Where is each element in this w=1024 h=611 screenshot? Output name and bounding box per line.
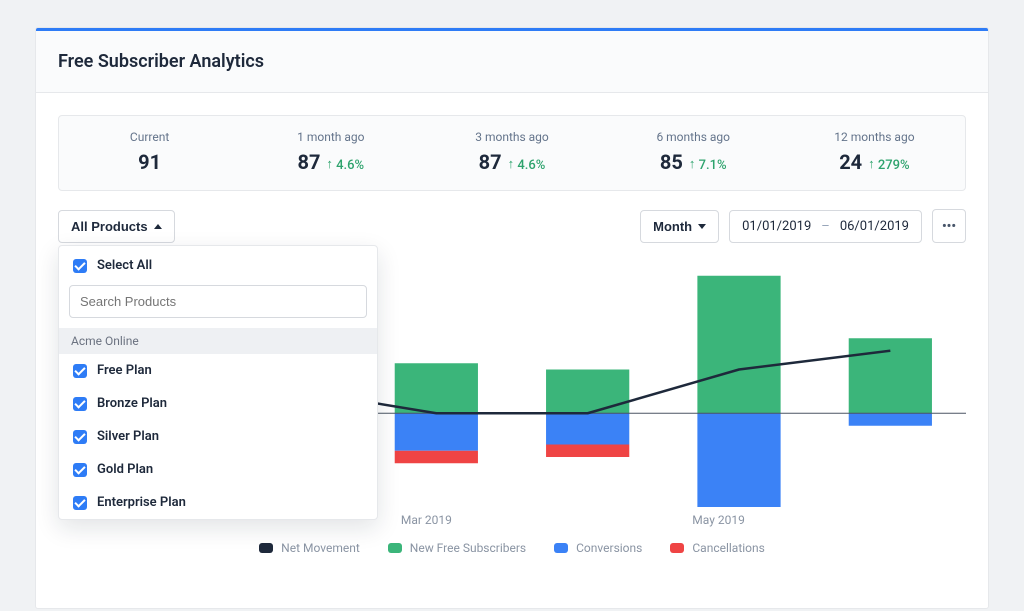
checkbox-icon[interactable] — [73, 463, 87, 477]
legend-swatch — [388, 543, 402, 553]
dropdown-item-enterprise[interactable]: Enterprise Plan — [59, 486, 377, 519]
search-products-input[interactable] — [69, 285, 367, 318]
card-header: Free Subscriber Analytics — [36, 31, 988, 93]
stat-1mo: 1 month ago 87 ↑ 4.6% — [240, 116, 421, 190]
period-dropdown-label: Month — [653, 219, 692, 234]
dropdown-item-label: Silver Plan — [97, 429, 159, 444]
stat-label: 12 months ago — [792, 130, 957, 144]
date-range-picker[interactable]: 01/01/2019 – 06/01/2019 — [729, 210, 922, 243]
dropdown-item-silver[interactable]: Silver Plan — [59, 420, 377, 453]
x-axis-label: May 2019 — [692, 513, 745, 527]
dropdown-item-label: Bronze Plan — [97, 396, 167, 411]
stat-6mo: 6 months ago 85 ↑ 7.1% — [603, 116, 784, 190]
dropdown-item-gold[interactable]: Gold Plan — [59, 453, 377, 486]
page-title: Free Subscriber Analytics — [58, 51, 966, 72]
arrow-up-icon: ↑ — [508, 156, 515, 172]
legend-label: Cancellations — [692, 541, 764, 555]
date-start: 01/01/2019 — [742, 219, 811, 234]
stat-label: 1 month ago — [248, 130, 413, 144]
stat-value: 24 — [839, 150, 862, 174]
legend-swatch — [670, 543, 684, 553]
legend-item-net: Net Movement — [259, 541, 360, 555]
select-all-row[interactable]: Select All — [59, 246, 377, 285]
ellipsis-icon: ••• — [942, 219, 956, 234]
more-options-button[interactable]: ••• — [932, 209, 966, 243]
stat-value: 85 — [660, 150, 683, 174]
products-dropdown-button[interactable]: All Products — [58, 210, 175, 243]
legend-label: New Free Subscribers — [410, 541, 526, 555]
stat-current: Current 91 — [59, 116, 240, 190]
dropdown-list[interactable]: Free Plan Bronze Plan Silver Plan G — [59, 354, 377, 519]
legend-label: Conversions — [576, 541, 642, 555]
checkbox-icon[interactable] — [73, 364, 87, 378]
stat-label: 6 months ago — [611, 130, 776, 144]
dropdown-item-free[interactable]: Free Plan — [59, 354, 377, 387]
dropdown-item-label: Free Plan — [97, 363, 152, 378]
stat-delta: ↑ 4.6% — [326, 157, 364, 173]
chevron-up-icon — [154, 224, 162, 229]
legend-item-new: New Free Subscribers — [388, 541, 526, 555]
chart-legend: Net Movement New Free Subscribers Conver… — [58, 541, 966, 555]
checkbox-icon[interactable] — [73, 397, 87, 411]
checkbox-icon[interactable] — [73, 430, 87, 444]
dropdown-item-label: Enterprise Plan — [97, 495, 186, 510]
checkbox-icon[interactable] — [73, 259, 87, 273]
stat-value: 91 — [138, 150, 161, 174]
legend-item-conv: Conversions — [554, 541, 642, 555]
stat-value: 87 — [297, 150, 320, 174]
stat-delta: ↑ 7.1% — [689, 157, 727, 173]
stat-12mo: 12 months ago 24 ↑ 279% — [784, 116, 965, 190]
select-all-label: Select All — [97, 258, 152, 273]
analytics-card: Free Subscriber Analytics Current 91 1 m… — [36, 28, 988, 608]
checkbox-icon[interactable] — [73, 496, 87, 510]
products-dropdown-panel: Select All Acme Online Free Plan Bro — [58, 245, 378, 520]
stat-label: 3 months ago — [429, 130, 594, 144]
stat-label: Current — [67, 130, 232, 144]
stat-delta: ↑ 279% — [868, 157, 909, 173]
period-dropdown-button[interactable]: Month — [640, 210, 719, 243]
legend-item-canc: Cancellations — [670, 541, 764, 555]
stat-delta: ↑ 4.6% — [508, 157, 546, 173]
dropdown-item-label: Gold Plan — [97, 462, 153, 477]
date-range-separator: – — [821, 219, 830, 234]
date-end: 06/01/2019 — [840, 219, 909, 234]
legend-label: Net Movement — [281, 541, 360, 555]
dropdown-group-header: Acme Online — [59, 328, 377, 354]
legend-swatch — [259, 543, 273, 553]
stats-row: Current 91 1 month ago 87 ↑ 4.6% 3 month… — [58, 115, 966, 191]
arrow-up-icon: ↑ — [868, 156, 875, 172]
products-dropdown-label: All Products — [71, 219, 148, 234]
arrow-up-icon: ↑ — [326, 156, 333, 172]
stat-value: 87 — [479, 150, 502, 174]
dropdown-item-bronze[interactable]: Bronze Plan — [59, 387, 377, 420]
x-axis-label: Mar 2019 — [401, 513, 452, 527]
chevron-down-icon — [698, 224, 706, 229]
legend-swatch — [554, 543, 568, 553]
arrow-up-icon: ↑ — [689, 156, 696, 172]
stat-3mo: 3 months ago 87 ↑ 4.6% — [421, 116, 602, 190]
